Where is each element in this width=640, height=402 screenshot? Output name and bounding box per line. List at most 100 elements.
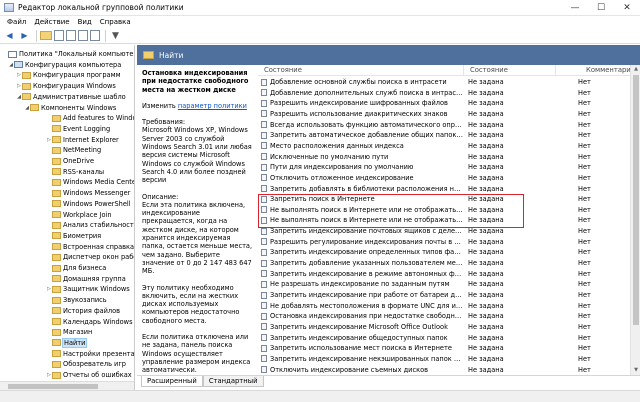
- folder-icon: [52, 275, 61, 283]
- navigation-tree[interactable]: Политика "Локальный компьютер ◢ Конфигурац…: [0, 45, 135, 390]
- setting-comment: Нет: [578, 269, 591, 278]
- minimize-button[interactable]: —: [562, 0, 588, 16]
- properties-icon[interactable]: [66, 30, 76, 41]
- setting-row[interactable]: Не разрешать индексирование по заданным …: [258, 279, 630, 289]
- setting-row[interactable]: Запретить индексирование некэшированных …: [258, 354, 630, 364]
- scrollbar-thumb[interactable]: [633, 75, 639, 325]
- list-vertical-scrollbar[interactable]: ▲ ▼: [630, 65, 640, 375]
- folder-icon: [52, 360, 61, 368]
- tree-item[interactable]: Windows Messenger: [46, 188, 130, 198]
- tree-item[interactable]: Event Logging: [46, 124, 110, 134]
- setting-comment: Нет: [578, 141, 591, 150]
- setting-row[interactable]: Добавление основной службы поиска в интр…: [258, 77, 630, 87]
- tree-item[interactable]: Домашняя группа: [46, 274, 126, 284]
- tree-item[interactable]: Windows Media Cente: [46, 177, 134, 187]
- column-header-state[interactable]: Состояние: [464, 65, 556, 76]
- tree-item[interactable]: ▷ Защитник Windows: [46, 284, 130, 294]
- forward-arrow-icon[interactable]: ▶: [18, 30, 31, 42]
- scroll-down-icon[interactable]: ▼: [631, 366, 640, 375]
- setting-row[interactable]: Запретить индексирование определенных ти…: [258, 247, 630, 257]
- column-header-comment[interactable]: Комментарий: [556, 65, 630, 76]
- setting-row[interactable]: Разрешить регулирование индексирования п…: [258, 237, 630, 247]
- tree-item[interactable]: Звукозапись: [46, 295, 107, 305]
- close-button[interactable]: ✕: [614, 0, 640, 16]
- tree-item[interactable]: Анализ стабильности: [46, 220, 134, 230]
- setting-state: Не задана: [468, 227, 504, 236]
- show-hide-tree-icon[interactable]: [54, 30, 64, 41]
- setting-row[interactable]: Запретить добавление указанных пользоват…: [258, 258, 630, 268]
- tab-standard[interactable]: Стандартный: [202, 376, 264, 387]
- setting-row[interactable]: Пути для индексирования по умолчанию Не з…: [258, 162, 630, 172]
- menu-help[interactable]: Справка: [96, 18, 135, 26]
- tree-item[interactable]: Магазин: [46, 327, 92, 337]
- setting-row[interactable]: Запретить использование мест поиска в Ин…: [258, 343, 630, 353]
- tree-item[interactable]: ▷ Отчеты об ошибках W: [46, 370, 135, 380]
- scroll-up-icon[interactable]: ▲: [631, 65, 640, 74]
- tree-item[interactable]: Windows PowerShell: [46, 199, 131, 209]
- setting-name: Разрешить индексирование шифрованных фай…: [270, 99, 448, 108]
- setting-row[interactable]: Запретить индексирование при работе от б…: [258, 290, 630, 300]
- tree-item[interactable]: Workplace Join: [46, 210, 112, 220]
- setting-row[interactable]: Не выполнять поиск в Интернете или не от…: [258, 215, 630, 225]
- setting-row[interactable]: Запретить индексирование почтовых ящиков…: [258, 226, 630, 236]
- tree-item[interactable]: ◢ Административные шабло: [16, 92, 126, 102]
- setting-row[interactable]: Разрешить использование диакритических з…: [258, 109, 630, 119]
- setting-row[interactable]: Исключенные по умолчанию пути Не задана Не…: [258, 152, 630, 162]
- tree-item[interactable]: Диспетчер окон рабо: [46, 252, 134, 262]
- help-icon[interactable]: [78, 30, 88, 41]
- menu-action[interactable]: Действие: [30, 18, 73, 26]
- setting-row[interactable]: Место расположения данных индекса Не зада…: [258, 141, 630, 151]
- tree-item[interactable]: Настройки презентац: [46, 349, 134, 359]
- tree-item[interactable]: Политика "Локальный компьютер: [2, 49, 134, 59]
- tree-item[interactable]: ◢ Конфигурация компьютера: [8, 60, 121, 70]
- setting-row[interactable]: Запретить индексирование в режиме автоно…: [258, 269, 630, 279]
- tree-item[interactable]: Add features to Windo: [46, 113, 134, 123]
- tree-item[interactable]: ▷ Конфигурация программ: [16, 70, 121, 80]
- setting-row[interactable]: Запретить индексирование общедоступных п…: [258, 333, 630, 343]
- folder-icon: [52, 136, 61, 144]
- setting-row[interactable]: Разрешить индексирование шифрованных фай…: [258, 98, 630, 108]
- setting-row[interactable]: Всегда использовать функцию автоматическ…: [258, 120, 630, 130]
- setting-row[interactable]: Не выполнять поиск в Интернете или не от…: [258, 205, 630, 215]
- up-folder-icon[interactable]: [40, 31, 52, 40]
- setting-row[interactable]: Не добавлять местоположения в формате UN…: [258, 301, 630, 311]
- tree-item[interactable]: История файлов: [46, 306, 120, 316]
- tree-item[interactable]: ◢ Компоненты Windows: [24, 103, 116, 113]
- folder-icon: [143, 51, 154, 59]
- tree-item[interactable]: Для бизнеса: [46, 263, 106, 273]
- setting-row[interactable]: Запретить индексирование Microsoft Offic…: [258, 322, 630, 332]
- tree-item[interactable]: Найти: [46, 337, 88, 348]
- settings-list: Состояние Состояние Комментарий Добавлен…: [258, 65, 630, 375]
- tree-horizontal-scrollbar[interactable]: [0, 381, 134, 390]
- tree-item-label: Отчеты об ошибках W: [63, 371, 135, 379]
- setting-row[interactable]: Отключить отложенное индексирование Не за…: [258, 173, 630, 183]
- tree-item[interactable]: Обозреватель игр: [46, 359, 126, 369]
- setting-row[interactable]: Остановка индексирования при недостатке …: [258, 311, 630, 321]
- back-arrow-icon[interactable]: ◀: [3, 30, 16, 42]
- tree-item[interactable]: OneDrive: [46, 156, 94, 166]
- setting-row[interactable]: Запретить поиск в Интернете Не задана Нет: [258, 194, 630, 204]
- scrollbar-thumb[interactable]: [8, 384, 98, 389]
- tab-extended[interactable]: Расширенный: [141, 376, 203, 387]
- setting-row[interactable]: Отключить индексирование съемных дисков Н…: [258, 365, 630, 375]
- tree-item[interactable]: Календарь Windows: [46, 317, 133, 327]
- tree-item[interactable]: NetMeeting: [46, 145, 101, 155]
- export-list-icon[interactable]: [90, 30, 100, 41]
- filter-icon[interactable]: ▼: [109, 30, 122, 42]
- setting-state: Не задана: [468, 184, 504, 193]
- menu-file[interactable]: Файл: [3, 18, 30, 26]
- tree-item[interactable]: RSS-каналы: [46, 167, 104, 177]
- setting-row[interactable]: Добавление дополнительных служб поиска в…: [258, 88, 630, 98]
- edit-policy-link[interactable]: параметр политики: [178, 102, 247, 110]
- tree-item[interactable]: Встроенная справка: [46, 242, 134, 252]
- tree-item-label: Конфигурация компьютера: [25, 60, 122, 69]
- setting-row[interactable]: Запретить добавлять в библиотеки располо…: [258, 184, 630, 194]
- setting-row[interactable]: Запретить автоматическое добавление общи…: [258, 130, 630, 140]
- column-header-setting[interactable]: Состояние: [258, 65, 464, 76]
- tree-item[interactable]: ▷ Internet Explorer: [46, 135, 119, 145]
- tree-item[interactable]: Биометрия: [46, 231, 101, 241]
- menu-view[interactable]: Вид: [74, 18, 96, 26]
- maximize-button[interactable]: ☐: [588, 0, 614, 16]
- tree-item[interactable]: ▷ Конфигурация Windows: [16, 81, 116, 91]
- setting-state: Не задана: [468, 109, 504, 118]
